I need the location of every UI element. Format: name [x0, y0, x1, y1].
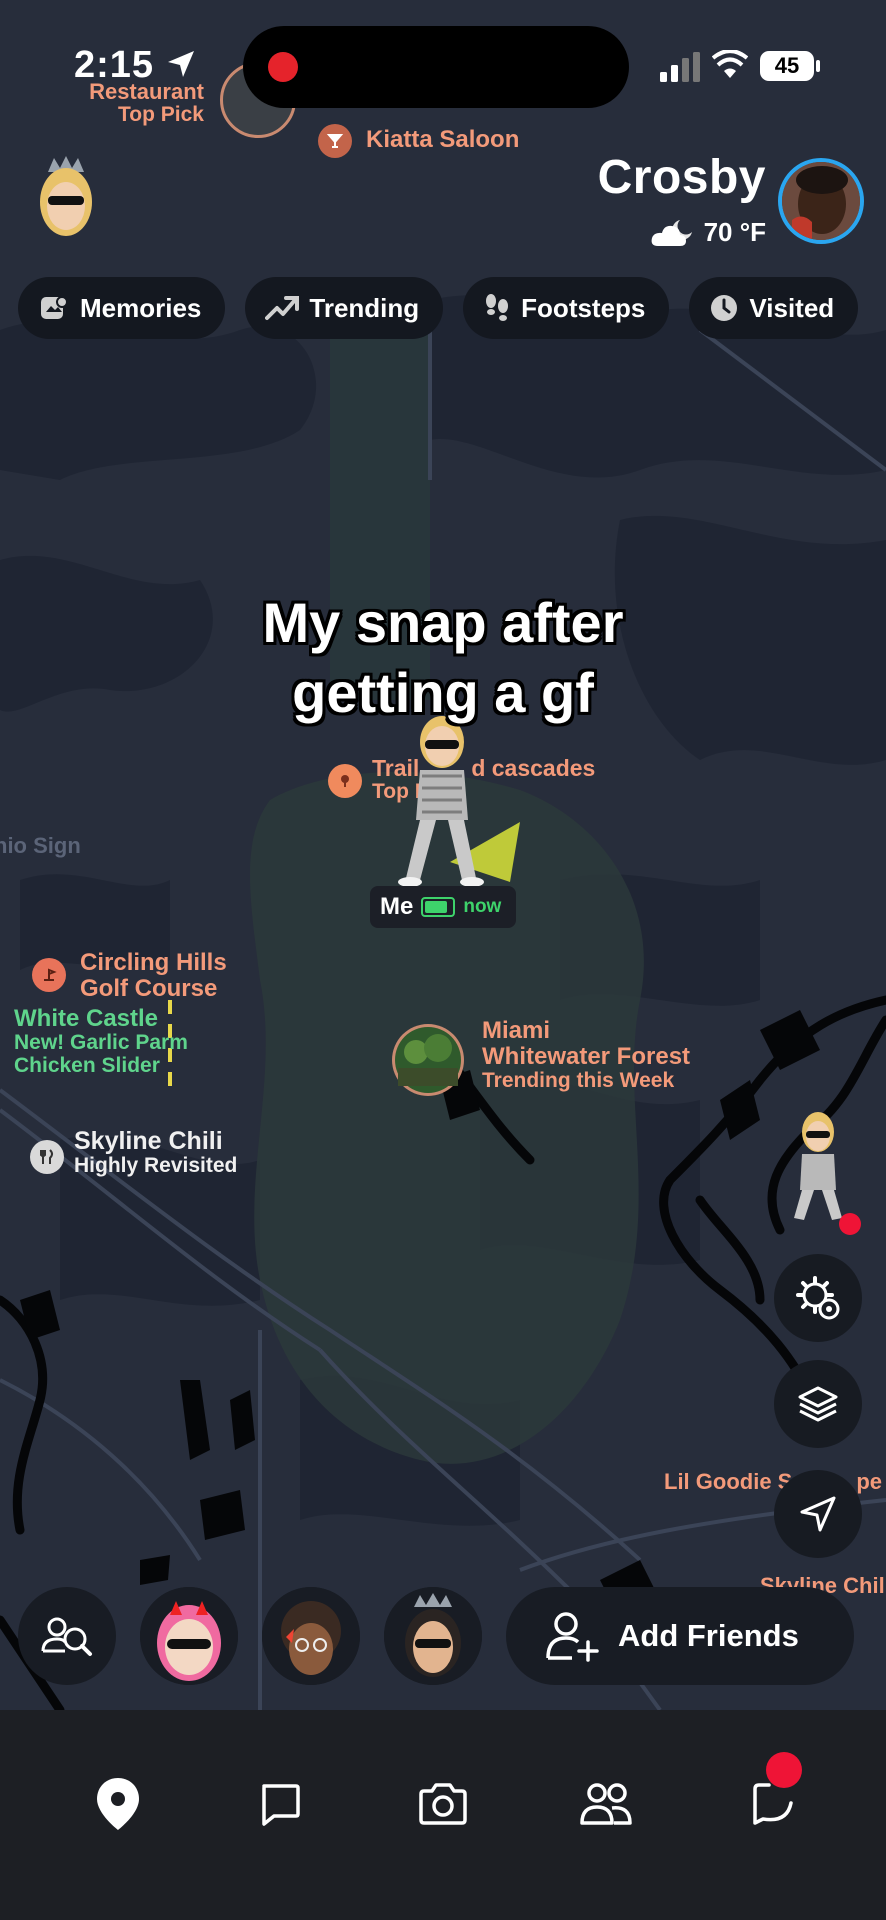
location-arrow-icon — [167, 51, 194, 77]
dynamic-island — [243, 26, 629, 108]
status-time: 2:15 — [74, 44, 196, 87]
battery-icon — [421, 897, 456, 917]
map-pin-icon — [97, 1778, 139, 1830]
me-updated-time: now — [463, 896, 502, 917]
place-name: Circling Hills — [80, 949, 227, 976]
camera-icon — [419, 1783, 467, 1825]
map-settings-button[interactable] — [774, 1254, 862, 1342]
map-view[interactable]: Co Restaurant Top Pick Kiatta Saloon Tra… — [0, 0, 886, 1710]
restaurant-pin-icon[interactable] — [30, 1140, 64, 1174]
forest-thumbnail[interactable] — [390, 1022, 466, 1098]
place-circling-hills[interactable]: Circling Hills Golf Course — [80, 950, 227, 1002]
caption-line: getting a gf — [292, 661, 594, 724]
wifi-icon — [712, 50, 748, 78]
layers-icon — [798, 1386, 838, 1422]
video-caption-overlay: My snap after getting a gf — [0, 588, 886, 728]
place-subtitle: New! Garlic Parm — [14, 1030, 188, 1054]
cloudy-night-icon — [651, 220, 692, 246]
chat-icon — [262, 1784, 300, 1826]
profile-photo — [782, 162, 860, 240]
place-ohio-sign[interactable]: hio Sign — [0, 834, 81, 858]
nav-friends[interactable] — [566, 1764, 646, 1844]
friend-bitmoji-map-icon[interactable] — [786, 1100, 866, 1240]
place-subtitle: Trending this Week — [482, 1068, 675, 1092]
memories-icon — [41, 296, 68, 319]
weather-info[interactable]: 70 °F — [650, 216, 766, 248]
friend-avatar-1[interactable] — [140, 1587, 238, 1685]
temperature: 70 °F — [703, 216, 766, 247]
friend-bitmoji — [140, 1587, 238, 1685]
place-subtitle: Highly Revisited — [74, 1154, 238, 1177]
bottom-navigation — [0, 1710, 886, 1920]
status-time-text: 2:15 — [74, 44, 155, 86]
me-label: Me — [380, 893, 414, 920]
place-white-castle[interactable]: White Castle New! Garlic Parm Chicken Sl… — [14, 1006, 188, 1077]
place-name: Kiatta Saloon — [366, 126, 520, 153]
pill-trending[interactable]: Trending — [245, 277, 444, 339]
friend-avatar-3[interactable] — [384, 1587, 482, 1685]
battery-level: 45 — [760, 51, 814, 81]
place-miami-whitewater[interactable]: Miami Whitewater Forest Trending this We… — [482, 1018, 690, 1092]
nav-camera[interactable] — [403, 1764, 483, 1844]
map-layers-button[interactable] — [774, 1360, 862, 1448]
battery-cap-icon — [816, 60, 820, 72]
friends-icon — [580, 1783, 632, 1825]
trending-icon — [265, 296, 300, 320]
place-name: Whitewater Forest — [482, 1042, 691, 1070]
friend-avatar-2[interactable] — [262, 1587, 360, 1685]
place-kiatta-saloon[interactable]: Kiatta Saloon — [366, 127, 519, 153]
footsteps-icon — [486, 294, 509, 321]
friend-search-icon — [41, 1617, 92, 1656]
caption-line: My snap after — [262, 591, 624, 654]
friend-bitmoji — [384, 1587, 482, 1685]
pill-visited[interactable]: Visited — [689, 277, 859, 339]
battery-text: 45 — [774, 53, 800, 78]
settings-gear-icon — [796, 1276, 840, 1320]
place-skyline-chili[interactable]: Skyline Chili Highly Revisited — [74, 1128, 237, 1178]
navigation-arrow-icon — [800, 1496, 836, 1532]
place-subtitle: Chicken Slider — [14, 1053, 160, 1077]
user-profile-avatar[interactable] — [778, 158, 864, 244]
nav-chat[interactable] — [240, 1764, 320, 1844]
golf-pin-icon[interactable] — [32, 958, 66, 992]
current-city[interactable]: Crosby — [598, 150, 766, 205]
notification-badge — [766, 1752, 802, 1788]
my-bitmoji-avatar[interactable] — [390, 712, 540, 892]
pill-label: Visited — [749, 292, 835, 323]
place-name-tail: pe — [856, 1469, 883, 1494]
place-name: White Castle — [14, 1005, 159, 1032]
pill-label: Footsteps — [521, 292, 646, 323]
add-friends-label: Add Friends — [618, 1618, 799, 1653]
pill-footsteps[interactable]: Footsteps — [463, 277, 670, 339]
pill-memories[interactable]: Memories — [18, 277, 226, 339]
trail-pin-icon[interactable] — [328, 764, 362, 798]
recording-indicator-icon — [268, 52, 298, 82]
recenter-location-button[interactable] — [774, 1470, 862, 1558]
my-bitmoji-profile-button[interactable] — [26, 150, 106, 240]
add-friend-icon — [546, 1612, 599, 1662]
status-bar: 2:15 45 — [0, 0, 886, 130]
place-name: Golf Course — [80, 974, 218, 1002]
search-friends-button[interactable] — [18, 1587, 116, 1685]
map-filter-pills: Memories Trending Footsteps Visited — [18, 277, 859, 339]
cellular-signal-icon — [660, 52, 700, 82]
pill-label: Trending — [309, 292, 420, 323]
friend-bitmoji — [262, 1587, 360, 1685]
place-name: Skyline Chili — [74, 1127, 223, 1155]
place-name: hio Sign — [0, 833, 81, 858]
pill-label: Memories — [80, 292, 202, 323]
nav-map[interactable] — [78, 1764, 158, 1844]
place-name: Lil Goodie S — [664, 1469, 793, 1494]
clock-icon — [711, 295, 738, 321]
add-friends-button[interactable]: Add Friends — [506, 1587, 854, 1685]
me-location-badge[interactable]: Me now — [370, 886, 516, 928]
place-name: Miami — [482, 1017, 551, 1044]
